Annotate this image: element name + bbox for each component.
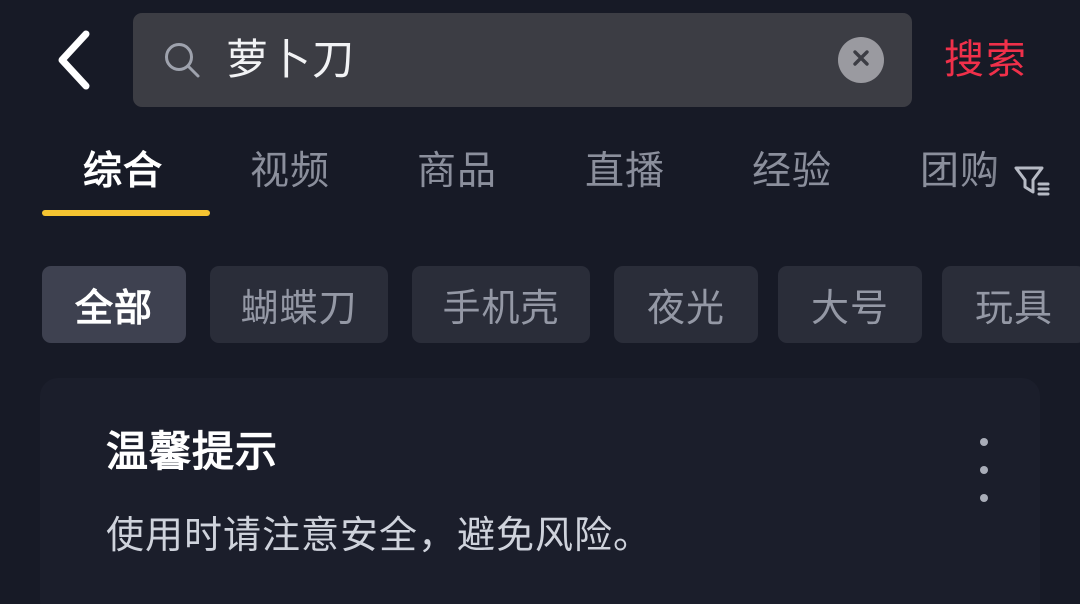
tab-shipin[interactable]: 视频 bbox=[250, 144, 330, 200]
search-submit-button[interactable]: 搜索 bbox=[916, 28, 1056, 92]
more-vertical-icon[interactable] bbox=[964, 438, 1004, 502]
search-header: 萝卜刀 搜索 bbox=[0, 0, 1080, 122]
tab-zonghe[interactable]: 综合 bbox=[83, 144, 163, 200]
category-tab-bar: 综合 视频 商品 直播 经验 团购 bbox=[0, 122, 1080, 223]
tab-shangpin[interactable]: 商品 bbox=[417, 144, 497, 200]
more-dot bbox=[980, 494, 988, 502]
chip-dahao[interactable]: 大号 bbox=[778, 266, 922, 343]
tab-jingyan[interactable]: 经验 bbox=[752, 144, 832, 200]
active-tab-underline bbox=[42, 210, 210, 216]
tab-zhibo[interactable]: 直播 bbox=[585, 144, 665, 200]
clear-search-button[interactable] bbox=[838, 37, 884, 83]
chip-shoujike[interactable]: 手机壳 bbox=[412, 266, 590, 343]
back-button[interactable] bbox=[36, 18, 112, 102]
search-field[interactable]: 萝卜刀 bbox=[133, 13, 912, 107]
chevron-left-icon bbox=[52, 29, 96, 91]
chip-yeguang[interactable]: 夜光 bbox=[614, 266, 758, 343]
chip-hudiedao[interactable]: 蝴蝶刀 bbox=[210, 266, 388, 343]
more-dot bbox=[980, 438, 988, 446]
tip-card[interactable]: 温馨提示 使用时请注意安全，避免风险。 bbox=[40, 378, 1040, 604]
more-dot bbox=[980, 466, 988, 474]
close-icon bbox=[849, 46, 873, 75]
tip-card-title: 温馨提示 bbox=[106, 428, 279, 475]
tip-card-body: 使用时请注意安全，避免风险。 bbox=[106, 515, 653, 557]
tab-tuangou[interactable]: 团购 bbox=[920, 144, 1000, 200]
chip-wanju[interactable]: 玩具 bbox=[942, 266, 1080, 343]
search-icon bbox=[162, 40, 202, 80]
search-results-screen: 萝卜刀 搜索 综合 视频 商品 直播 经验 团购 全部 蝴蝶刀 手机壳 夜光 大… bbox=[0, 0, 1080, 604]
chip-quanbu[interactable]: 全部 bbox=[42, 266, 186, 343]
filter-chip-row[interactable]: 全部 蝴蝶刀 手机壳 夜光 大号 玩具 bbox=[0, 223, 1080, 366]
search-input-value[interactable]: 萝卜刀 bbox=[226, 36, 838, 84]
filter-funnel-icon[interactable] bbox=[1008, 158, 1054, 204]
